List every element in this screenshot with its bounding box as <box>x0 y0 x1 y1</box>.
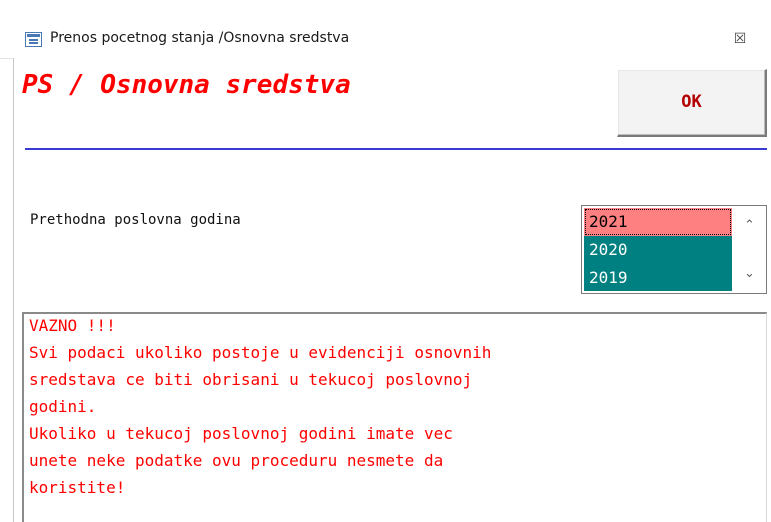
year-label: Prethodna poslovna godina <box>30 212 241 228</box>
warning-line: VAZNO !!! <box>29 316 116 335</box>
window-title: Prenos pocetnog stanja /Osnovna sredstva <box>50 30 350 46</box>
warning-line: sredstava ce biti obrisani u tekucoj pos… <box>29 370 473 389</box>
warning-line: Svi podaci ukoliko postoje u evidenciji … <box>29 343 492 362</box>
list-item-2019[interactable]: 2019 <box>584 264 732 291</box>
warning-line: koristite! <box>29 478 126 497</box>
chevron-up-icon[interactable]: ⌃ <box>733 212 766 240</box>
form-icon <box>25 32 42 47</box>
list-item-2021[interactable]: 2021 <box>584 208 732 236</box>
listbox-scrollbar[interactable]: ⌃ ⌄ <box>733 206 766 293</box>
warning-textbox[interactable]: VAZNO !!! Svi podaci ukoliko postoje u e… <box>22 312 767 522</box>
page-title: PS / Osnovna sredstva <box>22 70 351 100</box>
warning-line: godini. <box>29 397 97 416</box>
chevron-down-icon[interactable]: ⌄ <box>733 260 766 288</box>
warning-line: Ukoliko u tekucoj poslovnoj godini imate… <box>29 424 453 443</box>
dialog-window: Prenos pocetnog stanja /Osnovna sredstva… <box>0 0 771 522</box>
list-item-2020[interactable]: 2020 <box>584 236 732 264</box>
year-listbox[interactable]: 2021 2020 2019 ⌃ ⌄ <box>581 205 767 294</box>
ok-button[interactable]: OK <box>617 69 767 137</box>
year-list-items: 2021 2020 2019 <box>584 208 732 291</box>
divider <box>25 148 767 150</box>
warning-line: unete neke podatke ovu proceduru nesmete… <box>29 451 444 470</box>
close-icon[interactable]: ☒ <box>727 28 753 50</box>
title-bar[interactable]: Prenos pocetnog stanja /Osnovna sredstva… <box>0 0 771 59</box>
